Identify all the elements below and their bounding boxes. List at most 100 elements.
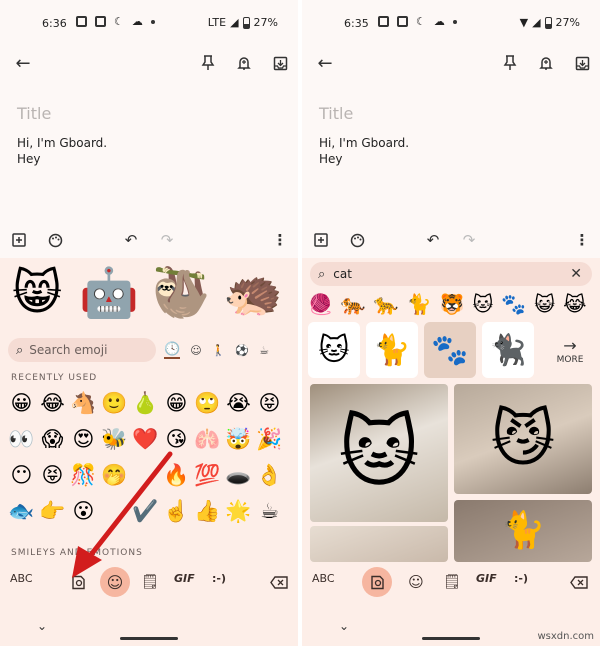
emoji-key[interactable]: 👀: [6, 424, 37, 454]
emoji-key[interactable]: 🕳️: [223, 460, 254, 490]
chevron-down-icon[interactable]: ⌄: [336, 618, 352, 634]
emoji-key[interactable]: 😘: [161, 424, 192, 454]
emoji-key[interactable]: 🤭: [99, 460, 130, 490]
add-box-icon[interactable]: [10, 230, 28, 250]
emoji-key[interactable]: 🙂: [99, 388, 130, 418]
emoji-key[interactable]: 🍐: [130, 388, 161, 418]
sticker-cat-hug-icon[interactable]: 🐱: [308, 322, 360, 378]
pin-icon[interactable]: [500, 52, 520, 74]
emoji-key[interactable]: [99, 496, 130, 526]
emoji-key[interactable]: 😝: [254, 388, 285, 418]
cat-gif-tile[interactable]: [310, 526, 448, 562]
redo-icon[interactable]: ↷: [158, 230, 176, 250]
sticker-cat-black-icon[interactable]: 🐈‍⬛: [482, 322, 534, 378]
cat-emoji-key[interactable]: 🐆: [374, 292, 399, 316]
add-box-icon[interactable]: [312, 230, 330, 250]
more-stickers-button[interactable]: → MORE: [540, 322, 600, 378]
emoji-key[interactable]: 😱: [37, 424, 68, 454]
emoji-key[interactable]: 😭: [223, 388, 254, 418]
emoji-key[interactable]: 👉: [37, 496, 68, 526]
note-title-field[interactable]: Title: [319, 104, 353, 123]
emoticon-tab[interactable]: :-): [514, 572, 528, 585]
emoji-key[interactable]: ☕: [254, 496, 285, 526]
undo-icon[interactable]: ↶: [424, 230, 442, 250]
sticker-tab-icon[interactable]: 🗒: [140, 572, 160, 592]
sticker-search-button[interactable]: [362, 567, 392, 597]
note-body-field[interactable]: Hi, I'm Gboard. Hey: [17, 135, 107, 167]
sticker-cat-icon[interactable]: 😸: [6, 262, 68, 324]
food-category-icon[interactable]: ☕: [259, 344, 269, 357]
gif-tab[interactable]: GIF: [476, 572, 497, 585]
emoji-key[interactable]: 🐟: [6, 496, 37, 526]
emoji-key[interactable]: 😁: [161, 388, 192, 418]
cat-emoji-key[interactable]: 🧶: [308, 292, 333, 316]
emoji-key[interactable]: 🐴: [68, 388, 99, 418]
emoji-key[interactable]: 🫁: [192, 424, 223, 454]
archive-icon[interactable]: [270, 52, 290, 74]
pin-icon[interactable]: [198, 52, 218, 74]
emoji-key[interactable]: ✔️: [130, 496, 161, 526]
abc-key[interactable]: ABC: [312, 572, 335, 585]
cat-emoji-key[interactable]: 😹: [563, 292, 586, 316]
emoji-key[interactable]: 💯: [192, 460, 223, 490]
emoji-key[interactable]: 🎊: [68, 460, 99, 490]
emoji-search-input[interactable]: ⌕ Search emoji: [8, 338, 156, 362]
emoticon-tab[interactable]: :-): [212, 572, 226, 585]
emoji-key[interactable]: 🤯: [223, 424, 254, 454]
sticker-cat-orange-icon[interactable]: 🐈: [366, 322, 418, 378]
cat-gif-tile[interactable]: 🐱: [310, 384, 448, 522]
emoji-key[interactable]: 👌: [254, 460, 285, 490]
emoji-key[interactable]: 😮: [68, 496, 99, 526]
emoji-key[interactable]: 🌟: [223, 496, 254, 526]
back-arrow-icon[interactable]: ←: [12, 52, 34, 74]
emoji-key[interactable]: 😂: [37, 388, 68, 418]
note-body-field[interactable]: Hi, I'm Gboard. Hey: [319, 135, 409, 167]
smiley-category-icon[interactable]: ☺: [190, 344, 201, 357]
activity-category-icon[interactable]: ⚽: [235, 344, 249, 357]
back-arrow-icon[interactable]: ←: [314, 52, 336, 74]
emoji-key[interactable]: 🙄: [192, 388, 223, 418]
reminder-bell-icon[interactable]: [536, 52, 556, 74]
emoji-key[interactable]: ❤️: [130, 424, 161, 454]
reminder-bell-icon[interactable]: [234, 52, 254, 74]
palette-icon[interactable]: [348, 230, 366, 250]
cat-gif-tile[interactable]: 🐈: [454, 500, 592, 562]
archive-icon[interactable]: [572, 52, 592, 74]
cat-emoji-key[interactable]: 🐱: [473, 292, 494, 316]
cat-emoji-key[interactable]: 😺: [534, 292, 555, 316]
more-vert-icon[interactable]: ⋮: [574, 230, 590, 250]
emoji-key[interactable]: [130, 460, 161, 490]
palette-icon[interactable]: [46, 230, 64, 250]
emoji-key[interactable]: 😍: [68, 424, 99, 454]
gif-tab[interactable]: GIF: [174, 572, 195, 585]
emoji-key[interactable]: 🐝: [99, 424, 130, 454]
emoji-key[interactable]: 😝: [37, 460, 68, 490]
sticker-cat-paw-icon[interactable]: 🐾: [424, 322, 476, 378]
emoji-key[interactable]: ☝️: [161, 496, 192, 526]
sticker-hedgehog-icon[interactable]: 🦔: [222, 262, 284, 324]
sticker-search-input[interactable]: ⌕ cat ✕: [310, 262, 592, 286]
emoji-key[interactable]: 🔥: [161, 460, 192, 490]
emoji-key[interactable]: 😶: [6, 460, 37, 490]
backspace-icon[interactable]: [268, 572, 290, 592]
backspace-icon[interactable]: [568, 572, 590, 592]
cat-emoji-key[interactable]: 🐯: [440, 292, 465, 316]
more-vert-icon[interactable]: ⋮: [272, 230, 288, 250]
smiley-icon[interactable]: ☺: [406, 572, 426, 592]
cat-emoji-key[interactable]: 🐈: [407, 292, 432, 316]
cat-sunglasses-gif-tile[interactable]: 😼: [454, 384, 592, 494]
sticker-tab-icon[interactable]: 🗒: [442, 572, 462, 592]
sticker-sloth-icon[interactable]: 🦥: [150, 262, 212, 324]
people-category-icon[interactable]: 🚶: [212, 344, 226, 357]
sticker-search-icon[interactable]: [68, 572, 88, 592]
cat-emoji-key[interactable]: 🐅: [341, 292, 366, 316]
abc-key[interactable]: ABC: [10, 572, 33, 585]
note-title-field[interactable]: Title: [17, 104, 51, 123]
undo-icon[interactable]: ↶: [122, 230, 140, 250]
clear-search-icon[interactable]: ✕: [570, 266, 582, 282]
redo-icon[interactable]: ↷: [460, 230, 478, 250]
cat-emoji-key[interactable]: 🐾: [501, 292, 526, 316]
chevron-down-icon[interactable]: ⌄: [34, 618, 50, 634]
recent-clock-icon[interactable]: 🕓: [164, 342, 181, 359]
emoji-key[interactable]: 🎉: [254, 424, 285, 454]
